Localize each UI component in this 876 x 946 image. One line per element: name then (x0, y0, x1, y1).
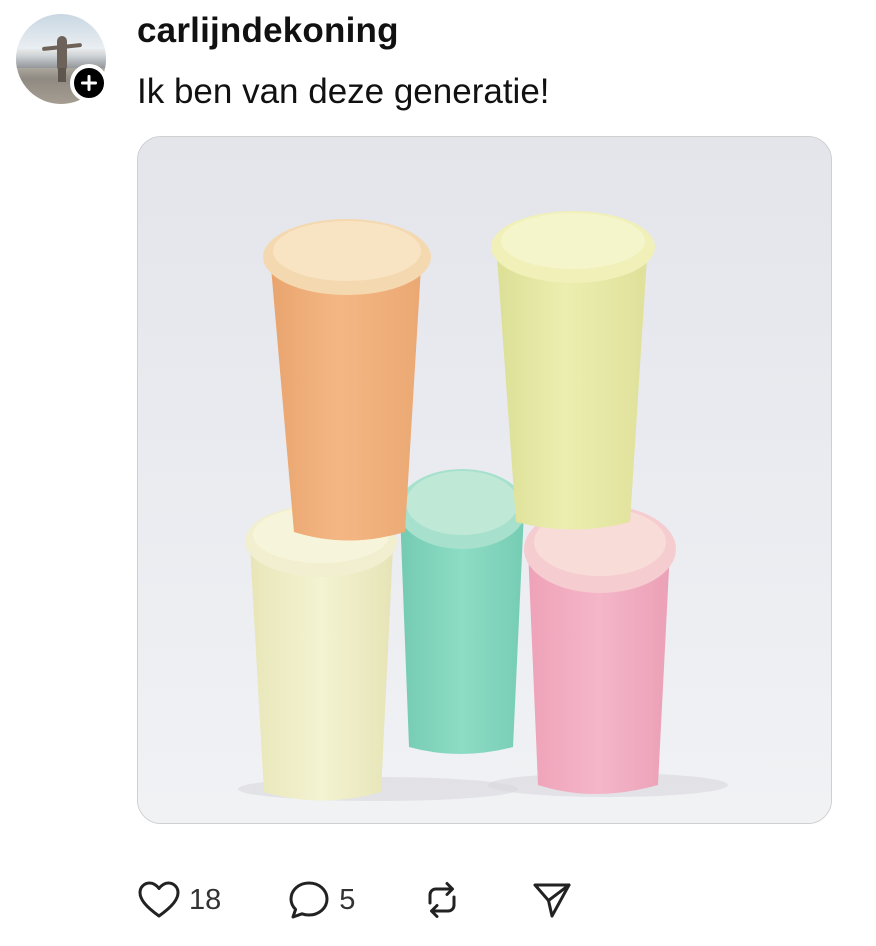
post-image[interactable] (137, 136, 832, 824)
mint-cup (398, 469, 526, 754)
post-text: Ik ben van deze generatie! (137, 72, 550, 111)
cream-cup (245, 505, 397, 801)
follow-button[interactable] (70, 64, 108, 102)
like-button[interactable]: 18 (137, 880, 221, 920)
avatar-legs (58, 68, 66, 82)
reply-count: 5 (339, 884, 356, 916)
avatar-figure (57, 36, 67, 70)
repost-icon (428, 882, 456, 918)
plus-icon (81, 75, 97, 91)
reply-button[interactable]: 5 (287, 879, 355, 921)
heart-icon (138, 881, 180, 918)
author-username[interactable]: carlijndekoning (137, 10, 399, 52)
share-button[interactable] (531, 879, 573, 921)
repost-button[interactable] (421, 879, 463, 921)
send-icon (533, 883, 571, 918)
like-count: 18 (189, 884, 222, 916)
photo-cups-illustration (138, 137, 831, 823)
action-bar: 18 5 (137, 872, 573, 928)
yellow-cup (491, 211, 655, 530)
avatar-container (16, 14, 108, 104)
pink-cup (524, 505, 676, 794)
comment-icon (289, 881, 329, 919)
